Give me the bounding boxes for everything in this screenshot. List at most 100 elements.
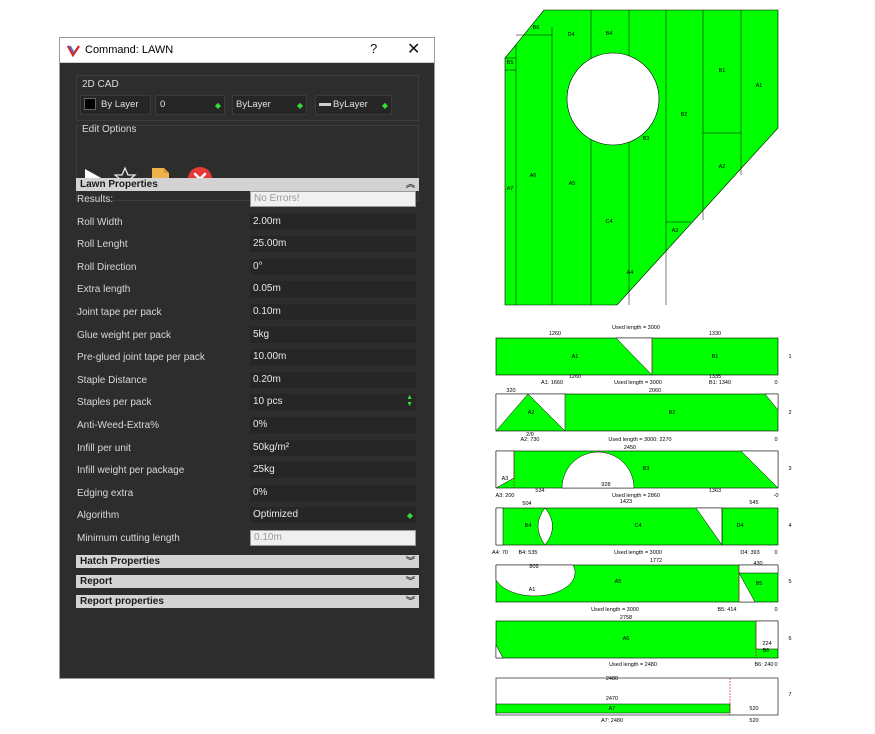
- property-value-field[interactable]: 0°: [250, 258, 416, 275]
- property-label: Roll Lenght: [77, 239, 128, 251]
- roll-annotation: D4: 393: [740, 550, 759, 556]
- property-row: Extra length 0.05m: [76, 281, 419, 299]
- report-header[interactable]: Report ︾: [76, 575, 419, 588]
- property-label: Pre-glued joint tape per pack: [77, 352, 205, 364]
- roll-annotation: 545: [749, 500, 758, 506]
- roll-annotation: B5: 414: [718, 607, 737, 613]
- property-value-field[interactable]: 0.05m: [250, 281, 416, 298]
- roll-annotation: Used length = 3000: [614, 550, 662, 556]
- roll-annotation: 520: [749, 706, 758, 712]
- expand-down-icon: ︾: [405, 556, 415, 566]
- chevron-down-icon[interactable]: ◆: [407, 508, 413, 524]
- property-row: Staples per pack 10 pcs ▲ ▼: [76, 394, 419, 412]
- roll-annotation: Used length = 3000: [591, 607, 639, 613]
- help-button[interactable]: ?: [370, 41, 377, 56]
- roll-annotation: Used length = 3000: 2270: [608, 437, 671, 443]
- roll-annotation: 2480: [606, 676, 618, 682]
- roll-annotation: B6: 240: [755, 662, 774, 668]
- close-button[interactable]: ✕: [407, 39, 420, 59]
- property-value: 5kg: [253, 328, 270, 340]
- property-value-field[interactable]: 50kg/m²: [250, 439, 416, 456]
- property-value: 0°: [253, 260, 263, 272]
- spinner-icon[interactable]: ▲ ▼: [406, 394, 413, 408]
- property-row: Pre-glued joint tape per pack 10.00m: [76, 349, 419, 367]
- property-value-field[interactable]: 25kg: [250, 462, 416, 479]
- property-value: 0%: [253, 419, 268, 430]
- property-value-field[interactable]: 2.00m: [250, 213, 416, 230]
- roll-annotation: 0: [774, 380, 777, 386]
- roll-annotation: 320: [506, 388, 515, 394]
- property-value-field[interactable]: Optimized ◆: [250, 507, 416, 524]
- chevron-down-icon: ◆: [296, 101, 303, 110]
- property-value: 10 pcs: [253, 396, 283, 408]
- property-value-field[interactable]: 0%: [250, 484, 416, 501]
- lawn-properties-header[interactable]: Lawn Properties ︽: [76, 178, 419, 191]
- property-row: Glue weight per pack 5kg: [76, 326, 419, 345]
- hatch-properties-header[interactable]: Hatch Properties ︾: [76, 555, 419, 568]
- cad-drawing-area[interactable]: B6 D4 B4 B1 A1 B5 B2 B3 A6 A5 A7 A2 C4 A3 A4: [440, 0, 875, 734]
- roll-annotation: A5: [615, 579, 622, 585]
- window-title: Command: LAWN: [85, 44, 174, 56]
- roll-annotation: A2: [528, 410, 535, 416]
- lawn-plan-view: [504, 9, 779, 306]
- roll-annotation: B3: [643, 466, 650, 472]
- roll-annotation: 0: [774, 607, 777, 613]
- property-label: Roll Width: [77, 216, 123, 228]
- title-bar[interactable]: Command: LAWN ? ✕: [60, 38, 434, 63]
- roll-number: 3: [788, 466, 791, 472]
- property-value-field[interactable]: 0.20m: [250, 371, 416, 388]
- roll-number: 5: [788, 579, 791, 585]
- app-logo-icon: [67, 45, 80, 57]
- roll-annotation: 534: [535, 488, 544, 494]
- plan-piece-label: A7: [507, 186, 514, 192]
- linetype-dropdown[interactable]: ByLayer ◆: [232, 95, 307, 115]
- report-properties-title: Report properties: [80, 596, 164, 607]
- property-value-field[interactable]: 10 pcs ▲ ▼: [250, 394, 416, 411]
- roll-annotation: B2: [669, 410, 676, 416]
- property-value-field[interactable]: 0%: [250, 417, 416, 433]
- property-value-field[interactable]: 0.10m: [250, 530, 416, 546]
- roll-annotation: 2758: [620, 615, 632, 621]
- property-row: Results: No Errors!: [76, 191, 419, 209]
- cad-group-label: 2D CAD: [82, 79, 119, 90]
- property-value-field[interactable]: 10.00m: [250, 349, 416, 366]
- layer-value: 0: [160, 99, 166, 110]
- property-value-field[interactable]: No Errors!: [250, 191, 416, 207]
- roll-annotation: C4: [634, 523, 641, 529]
- color-dropdown[interactable]: By Layer: [80, 95, 151, 115]
- property-label: Algorithm: [77, 510, 120, 522]
- property-row: Anti-Weed-Extra% 0%: [76, 417, 419, 435]
- roll-annotation: 504: [522, 501, 531, 507]
- roll-annotation: B1: 1340: [709, 380, 731, 386]
- layer-dropdown[interactable]: 0 ◆: [155, 95, 225, 115]
- roll-annotation: 1330: [709, 331, 721, 337]
- property-label: Staple Distance: [77, 374, 148, 386]
- roll-number: 1: [788, 354, 791, 360]
- roll-annotation: 1363: [709, 488, 721, 494]
- plan-piece-label: A2: [719, 164, 726, 170]
- expand-down-icon: ︾: [405, 576, 415, 586]
- property-value-field[interactable]: 25.00m: [250, 236, 416, 253]
- property-row: Roll Width 2.00m: [76, 213, 419, 232]
- collapse-up-icon: ︽: [405, 179, 415, 189]
- property-value-field[interactable]: 5kg: [250, 326, 416, 343]
- report-properties-header[interactable]: Report properties ︾: [76, 595, 419, 608]
- property-label: Joint tape per pack: [77, 307, 162, 318]
- roll-annotation: A3: 200: [496, 493, 515, 499]
- property-row: Minimum cutting length 0.10m: [76, 530, 419, 548]
- lineweight-dropdown[interactable]: ByLayer ◆: [315, 95, 392, 115]
- roll-annotation: 0: [774, 662, 777, 668]
- roll-annotation: 1772: [650, 558, 662, 564]
- property-value-field[interactable]: 0.10m: [250, 304, 416, 320]
- plan-piece-label: B5: [507, 60, 514, 66]
- property-label: Roll Direction: [77, 261, 137, 273]
- plan-piece-label: A5: [569, 181, 576, 187]
- roll-number: 6: [788, 636, 791, 642]
- report-title: Report: [80, 576, 113, 587]
- property-value: 0.10m: [254, 532, 282, 543]
- roll-annotation: 2060: [649, 388, 661, 394]
- linetype-value: ByLayer: [236, 99, 271, 110]
- property-row: Roll Lenght 25.00m: [76, 236, 419, 254]
- roll-annotation: 224: [762, 641, 771, 647]
- roll-annotation: 2450: [624, 445, 636, 451]
